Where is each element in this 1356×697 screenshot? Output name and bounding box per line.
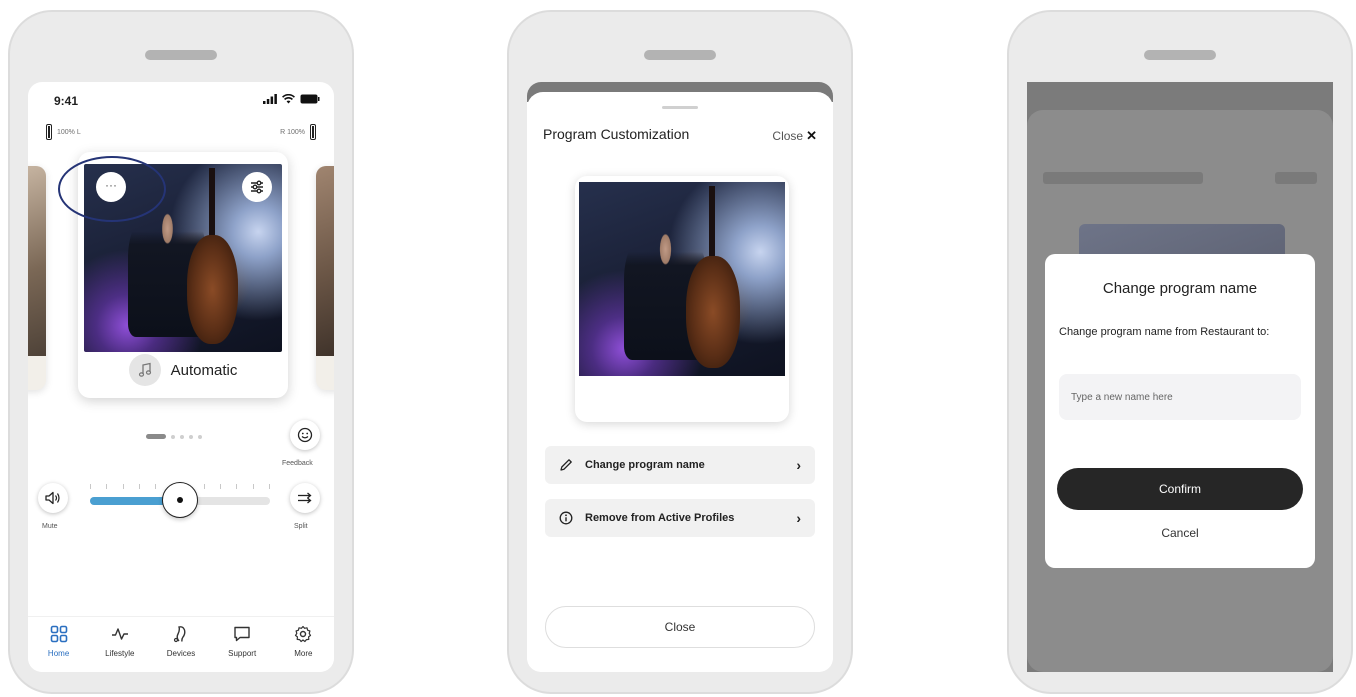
program-photo bbox=[579, 182, 785, 376]
phone-customization: Program Customization Close ✕ Change prog… bbox=[507, 10, 853, 694]
right-battery-label: R 100% bbox=[280, 128, 305, 136]
nav-support[interactable]: Support bbox=[217, 625, 267, 658]
volume-knob[interactable] bbox=[162, 482, 198, 518]
sheet-close-label: Close bbox=[772, 129, 804, 143]
home-screen: 9:41 100% L R 100% ··· Automatic Feedbac… bbox=[28, 82, 334, 672]
close-button[interactable]: Close bbox=[545, 606, 815, 648]
nav-more[interactable]: More bbox=[278, 625, 328, 658]
split-label: Split bbox=[294, 523, 308, 530]
previous-program-card[interactable] bbox=[28, 166, 46, 390]
phone-speaker bbox=[1144, 50, 1216, 60]
page-dot bbox=[198, 434, 202, 439]
chat-bubble-icon bbox=[234, 626, 250, 642]
change-name-item[interactable]: Change program name › bbox=[545, 446, 815, 484]
nav-more-label: More bbox=[294, 649, 313, 658]
mute-button[interactable] bbox=[38, 483, 68, 513]
right-battery-icon bbox=[310, 124, 316, 140]
nav-devices-label: Devices bbox=[166, 649, 196, 658]
next-program-card[interactable] bbox=[316, 166, 334, 390]
remove-profile-item[interactable]: Remove from Active Profiles › bbox=[545, 499, 815, 537]
chevron-right-icon: › bbox=[796, 457, 801, 473]
bass-neck bbox=[708, 185, 715, 264]
close-icon: ✕ bbox=[806, 128, 817, 143]
sliders-icon bbox=[251, 180, 263, 194]
next-program-image bbox=[316, 166, 334, 356]
dimmed-close bbox=[1275, 172, 1317, 184]
dimmed-title bbox=[1043, 172, 1203, 184]
pulse-icon bbox=[111, 628, 128, 640]
status-time: 9:41 bbox=[54, 94, 79, 108]
info-icon bbox=[559, 511, 573, 525]
nav-home[interactable]: Home bbox=[34, 625, 84, 658]
speaker-icon bbox=[45, 491, 60, 505]
page-dot bbox=[189, 434, 193, 439]
split-button[interactable] bbox=[290, 483, 320, 513]
right-battery: R 100% bbox=[280, 124, 316, 140]
chevron-right-icon: › bbox=[796, 510, 801, 526]
hearing-aid-icon bbox=[173, 626, 186, 643]
pencil-icon bbox=[560, 459, 572, 471]
page-dot bbox=[180, 434, 184, 439]
hearing-aid-battery-row: 100% L R 100% bbox=[46, 124, 316, 142]
previous-program-image bbox=[28, 166, 46, 356]
smiley-icon bbox=[297, 427, 313, 443]
music-note-icon bbox=[128, 354, 161, 386]
rename-dialog: Change program name Change program name … bbox=[1045, 254, 1315, 568]
phone-home: 9:41 100% L R 100% ··· Automatic Feedbac… bbox=[8, 10, 354, 694]
phone-speaker bbox=[145, 50, 217, 60]
left-battery-label: 100% L bbox=[57, 128, 81, 136]
signal-icon bbox=[263, 94, 277, 104]
program-preview-card bbox=[575, 176, 789, 422]
program-name: Automatic bbox=[170, 361, 238, 379]
cancel-button[interactable]: Cancel bbox=[1045, 526, 1315, 540]
confirm-button[interactable]: Confirm bbox=[1057, 468, 1303, 510]
sheet-close-link[interactable]: Close ✕ bbox=[772, 128, 817, 144]
bottom-nav: Home Lifestyle Devices Support More bbox=[28, 616, 334, 672]
bass-body bbox=[186, 235, 239, 345]
program-label: Automatic bbox=[78, 352, 288, 388]
nav-home-label: Home bbox=[47, 649, 70, 658]
page-dot-active bbox=[146, 434, 166, 439]
nav-lifestyle-label: Lifestyle bbox=[105, 649, 135, 658]
feedback-button[interactable] bbox=[290, 420, 320, 450]
page-dot bbox=[171, 434, 175, 439]
battery-icon bbox=[300, 94, 320, 104]
bass-body bbox=[686, 255, 740, 369]
sheet-title: Program Customization bbox=[543, 126, 690, 142]
bottom-sheet: Program Customization Close ✕ Change prog… bbox=[527, 92, 833, 672]
phone-rename: Change program name Change program name … bbox=[1007, 10, 1353, 694]
nav-support-label: Support bbox=[228, 649, 257, 658]
feedback-label: Feedback bbox=[282, 460, 313, 467]
nav-devices[interactable]: Devices bbox=[156, 625, 206, 658]
split-arrows-icon bbox=[298, 492, 312, 504]
adjust-button[interactable] bbox=[242, 172, 272, 202]
page-indicator bbox=[146, 434, 202, 439]
dialog-message: Change program name from Restaurant to: bbox=[1059, 326, 1270, 338]
gear-icon bbox=[295, 625, 312, 643]
change-name-label: Change program name bbox=[585, 459, 705, 471]
program-name-input[interactable] bbox=[1059, 374, 1301, 420]
highlight-ring bbox=[58, 156, 166, 222]
left-battery-icon bbox=[46, 124, 52, 140]
grid-icon bbox=[50, 625, 67, 643]
mute-label: Mute bbox=[42, 523, 58, 530]
customization-screen: Program Customization Close ✕ Change prog… bbox=[527, 82, 833, 672]
dialog-title: Change program name bbox=[1102, 280, 1258, 297]
wifi-icon bbox=[282, 94, 295, 104]
status-bar: 9:41 bbox=[54, 94, 320, 110]
rename-screen: Change program name Change program name … bbox=[1027, 82, 1333, 672]
nav-lifestyle[interactable]: Lifestyle bbox=[95, 625, 145, 658]
sheet-grabber[interactable] bbox=[662, 106, 698, 109]
left-battery: 100% L bbox=[46, 124, 81, 140]
remove-profile-label: Remove from Active Profiles bbox=[585, 512, 735, 524]
bass-neck bbox=[208, 167, 215, 243]
status-icons bbox=[263, 94, 320, 104]
phone-speaker bbox=[644, 50, 716, 60]
